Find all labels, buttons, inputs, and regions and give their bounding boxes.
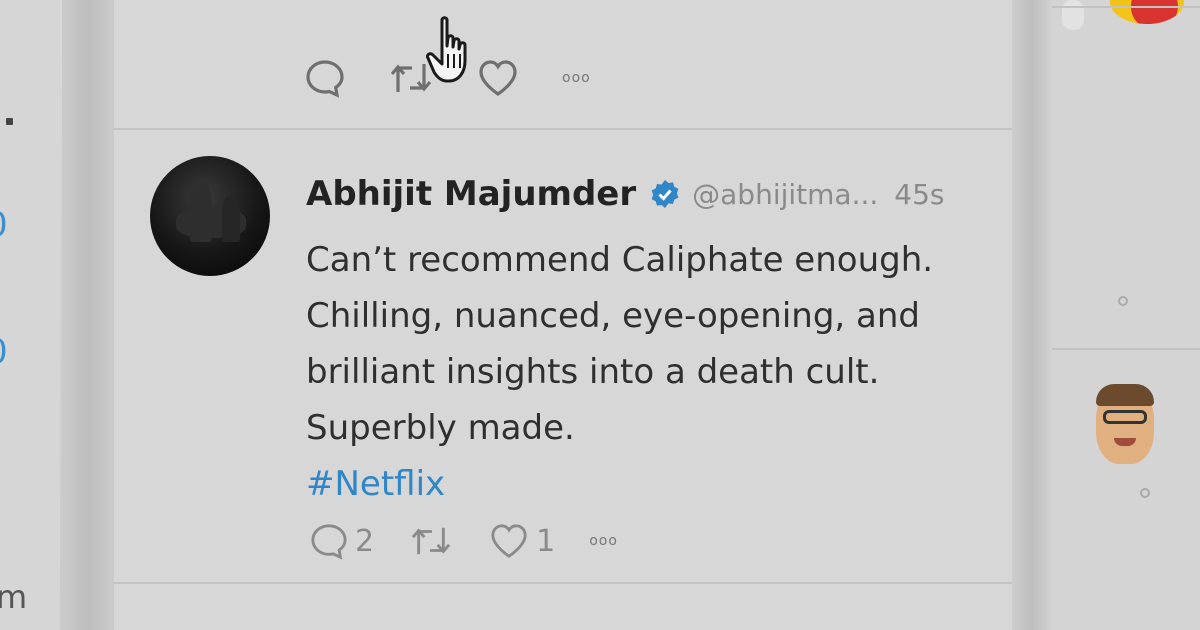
like-button[interactable]: [476, 58, 520, 98]
left-count-2: 0: [0, 332, 8, 372]
reply-button[interactable]: [304, 58, 346, 98]
left-column: 0 0 m: [0, 0, 60, 630]
avatar[interactable]: [150, 156, 270, 276]
right-separator: [1052, 6, 1200, 8]
retweet-icon: [411, 527, 451, 555]
tweet-text-line-2: Chilling, nuanced, eye-opening, and: [306, 296, 920, 336]
left-count-1: 0: [0, 205, 8, 245]
tweet-separator: [114, 128, 1012, 130]
column-gutter-left: [62, 0, 114, 630]
tweet-text: Can’t recommend Caliphate enough. Chilli…: [306, 232, 1006, 512]
timeline-column[interactable]: ooo Abhijit Majumder @abhijitma... 45s C…: [114, 0, 1012, 630]
column-gutter-right: [1012, 0, 1052, 630]
more-button[interactable]: ooo: [589, 533, 618, 549]
retweet-button[interactable]: [408, 522, 454, 560]
tweet-actions: 2 1 ooo: [309, 522, 618, 560]
hashtag-link[interactable]: #Netflix: [306, 456, 1006, 512]
profile-badge: [1110, 0, 1184, 24]
like-button[interactable]: 1: [488, 522, 555, 560]
left-text-fragment: m: [0, 578, 28, 616]
heart-icon: [479, 60, 517, 96]
tweet-text-line-3: brilliant insights into a death cult.: [306, 352, 880, 392]
tweet-separator: [114, 582, 1012, 584]
verified-badge-icon: [651, 180, 679, 208]
right-column: [1052, 0, 1200, 630]
right-separator: [1052, 348, 1200, 350]
heart-icon: [491, 524, 527, 558]
reply-icon: [311, 524, 347, 560]
reply-count: 2: [355, 523, 375, 559]
reply-icon: [306, 60, 344, 98]
tweet-text-line-4: Superbly made.: [306, 408, 575, 448]
author-handle[interactable]: @abhijitma...: [692, 178, 878, 211]
tweet-text-line-1: Can’t recommend Caliphate enough.: [306, 240, 934, 280]
scrollbar-thumb[interactable]: [1062, 0, 1084, 30]
tweet-header: Abhijit Majumder @abhijitma... 45s: [306, 174, 945, 214]
avatar[interactable]: [1096, 384, 1154, 464]
hand-pointer-icon: [426, 16, 467, 83]
reply-button[interactable]: 2: [309, 522, 374, 560]
tweet-timestamp[interactable]: 45s: [894, 178, 944, 211]
tweet-card[interactable]: Abhijit Majumder @abhijitma... 45s Can’t…: [150, 156, 1010, 576]
more-icon: ooo: [562, 70, 591, 86]
more-button[interactable]: ooo: [562, 70, 591, 86]
status-dot-icon: [1118, 296, 1128, 306]
glasses-icon: [1103, 410, 1147, 424]
like-count: 1: [536, 523, 556, 559]
bullet-marker: [6, 118, 13, 125]
more-icon: ooo: [589, 533, 618, 549]
status-dot-icon: [1140, 488, 1150, 498]
author-name[interactable]: Abhijit Majumder: [306, 174, 636, 214]
